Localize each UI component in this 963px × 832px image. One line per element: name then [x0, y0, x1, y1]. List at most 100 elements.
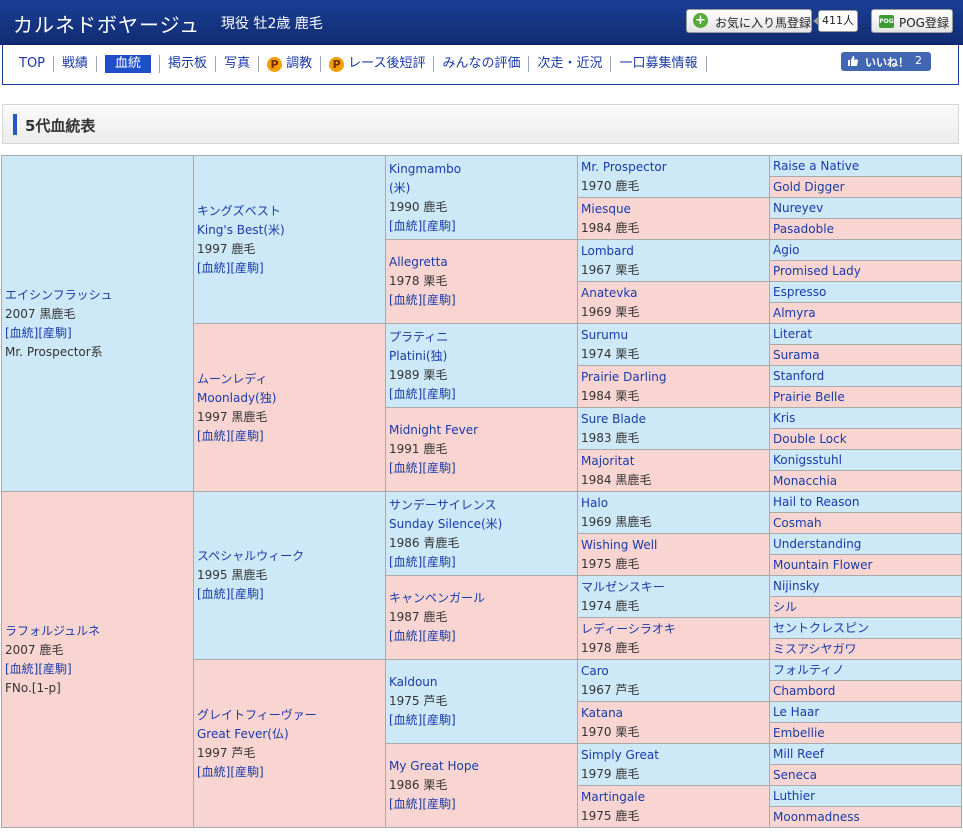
facebook-like-button[interactable]: いいね！ 2	[841, 52, 931, 71]
produce-link[interactable]: [産駒]	[230, 429, 263, 443]
horse-origin-link[interactable]: Great Fever(仏)	[197, 725, 382, 744]
blood-link[interactable]: [血統]	[389, 629, 422, 643]
horse-link[interactable]: Understanding	[773, 535, 958, 554]
blood-link[interactable]: [血統]	[389, 797, 422, 811]
add-favorite-button[interactable]: + お気に入り馬登録	[686, 9, 812, 33]
horse-link[interactable]: Kingmambo	[389, 160, 574, 179]
horse-link[interactable]: Caro	[581, 662, 766, 681]
nav-item-ratings[interactable]: みんなの評価	[434, 56, 530, 72]
nav-item-bbs[interactable]: 掲示板	[160, 56, 217, 72]
horse-link[interactable]: Moonmadness	[773, 808, 958, 827]
horse-link[interactable]: Kris	[773, 409, 958, 428]
blood-link[interactable]: [血統]	[197, 429, 230, 443]
produce-link[interactable]: [産駒]	[230, 261, 263, 275]
horse-link[interactable]: Simply Great	[581, 746, 766, 765]
horse-link[interactable]: Promised Lady	[773, 262, 958, 281]
blood-link[interactable]: [血統]	[389, 293, 422, 307]
horse-origin-link[interactable]: (米)	[389, 179, 574, 198]
nav-item-top[interactable]: TOP	[17, 56, 55, 72]
horse-link[interactable]: Prairie Darling	[581, 368, 766, 387]
horse-link[interactable]: Espresso	[773, 283, 958, 302]
produce-link[interactable]: [産駒]	[230, 587, 263, 601]
horse-link[interactable]: Gold Digger	[773, 178, 958, 197]
horse-link[interactable]: Seneca	[773, 766, 958, 785]
nav-item-training[interactable]: P 調教	[259, 56, 322, 72]
horse-link[interactable]: ラフォルジュルネ	[5, 622, 190, 641]
horse-link[interactable]: Monacchia	[773, 472, 958, 491]
horse-link[interactable]: Miesque	[581, 200, 766, 219]
horse-link[interactable]: Agio	[773, 241, 958, 260]
horse-link[interactable]: Stanford	[773, 367, 958, 386]
horse-origin-link[interactable]: King's Best(米)	[197, 221, 382, 240]
nav-item-photos[interactable]: 写真	[216, 56, 260, 72]
nav-item-race-review[interactable]: P レース後短評	[321, 56, 435, 72]
horse-link[interactable]: Chambord	[773, 682, 958, 701]
horse-link[interactable]: キングズベスト	[197, 202, 382, 221]
blood-link[interactable]: [血統]	[389, 555, 422, 569]
horse-link[interactable]: Mountain Flower	[773, 556, 958, 575]
produce-link[interactable]: [産駒]	[422, 387, 455, 401]
horse-link[interactable]: Cosmah	[773, 514, 958, 533]
horse-link[interactable]: Pasadoble	[773, 220, 958, 239]
horse-link[interactable]: Double Lock	[773, 430, 958, 449]
horse-link[interactable]: My Great Hope	[389, 757, 574, 776]
produce-link[interactable]: [産駒]	[38, 662, 71, 676]
produce-link[interactable]: [産駒]	[422, 219, 455, 233]
horse-link[interactable]: Martingale	[581, 788, 766, 807]
horse-link[interactable]: Nureyev	[773, 199, 958, 218]
horse-origin-link[interactable]: Platini(独)	[389, 347, 574, 366]
horse-link[interactable]: Konigsstuhl	[773, 451, 958, 470]
blood-link[interactable]: [血統]	[197, 587, 230, 601]
blood-link[interactable]: [血統]	[389, 461, 422, 475]
horse-link[interactable]: プラティニ	[389, 328, 574, 347]
horse-link[interactable]: サンデーサイレンス	[389, 496, 574, 515]
produce-link[interactable]: [産駒]	[38, 326, 71, 340]
nav-item-pedigree[interactable]: 血統	[97, 55, 161, 73]
horse-link[interactable]: Katana	[581, 704, 766, 723]
produce-link[interactable]: [産駒]	[422, 293, 455, 307]
blood-link[interactable]: [血統]	[5, 326, 38, 340]
produce-link[interactable]: [産駒]	[422, 461, 455, 475]
horse-link[interactable]: Raise a Native	[773, 157, 958, 176]
horse-link[interactable]: Literat	[773, 325, 958, 344]
horse-link[interactable]: Allegretta	[389, 253, 574, 272]
horse-link[interactable]: ムーンレディ	[197, 370, 382, 389]
horse-link[interactable]: Midnight Fever	[389, 421, 574, 440]
horse-link[interactable]: Surumu	[581, 326, 766, 345]
horse-link[interactable]: シル	[773, 598, 958, 617]
horse-link[interactable]: Kaldoun	[389, 673, 574, 692]
horse-link[interactable]: エイシンフラッシュ	[5, 286, 190, 305]
horse-link[interactable]: Majoritat	[581, 452, 766, 471]
horse-link[interactable]: Anatevka	[581, 284, 766, 303]
horse-link[interactable]: Mr. Prospector	[581, 158, 766, 177]
nav-item-club-info[interactable]: 一口募集情報	[611, 56, 707, 72]
horse-link[interactable]: セントクレスピン	[773, 619, 958, 638]
horse-link[interactable]: Hail to Reason	[773, 493, 958, 512]
nav-item-next-race[interactable]: 次走・近況	[529, 56, 612, 72]
blood-link[interactable]: [血統]	[197, 765, 230, 779]
horse-link[interactable]: グレイトフィーヴァー	[197, 706, 382, 725]
horse-link[interactable]: ミスアシヤガワ	[773, 640, 958, 659]
horse-link[interactable]: キャンペンガール	[389, 589, 574, 608]
horse-link[interactable]: レディーシラオキ	[581, 620, 766, 639]
horse-link[interactable]: Sure Blade	[581, 410, 766, 429]
nav-item-results[interactable]: 戦績	[54, 56, 98, 72]
blood-link[interactable]: [血統]	[389, 387, 422, 401]
horse-link[interactable]: Embellie	[773, 724, 958, 743]
blood-link[interactable]: [血統]	[5, 662, 38, 676]
horse-link[interactable]: Le Haar	[773, 703, 958, 722]
horse-link[interactable]: Nijinsky	[773, 577, 958, 596]
produce-link[interactable]: [産駒]	[422, 555, 455, 569]
horse-link[interactable]: スペシャルウィーク	[197, 547, 382, 566]
horse-link[interactable]: Prairie Belle	[773, 388, 958, 407]
horse-link[interactable]: マルゼンスキー	[581, 578, 766, 597]
produce-link[interactable]: [産駒]	[230, 765, 263, 779]
blood-link[interactable]: [血統]	[389, 219, 422, 233]
horse-link[interactable]: Mill Reef	[773, 745, 958, 764]
horse-link[interactable]: Wishing Well	[581, 536, 766, 555]
horse-link[interactable]: Halo	[581, 494, 766, 513]
produce-link[interactable]: [産駒]	[422, 713, 455, 727]
pog-register-button[interactable]: POG POG登録	[871, 9, 953, 33]
blood-link[interactable]: [血統]	[197, 261, 230, 275]
horse-link[interactable]: Almyra	[773, 304, 958, 323]
